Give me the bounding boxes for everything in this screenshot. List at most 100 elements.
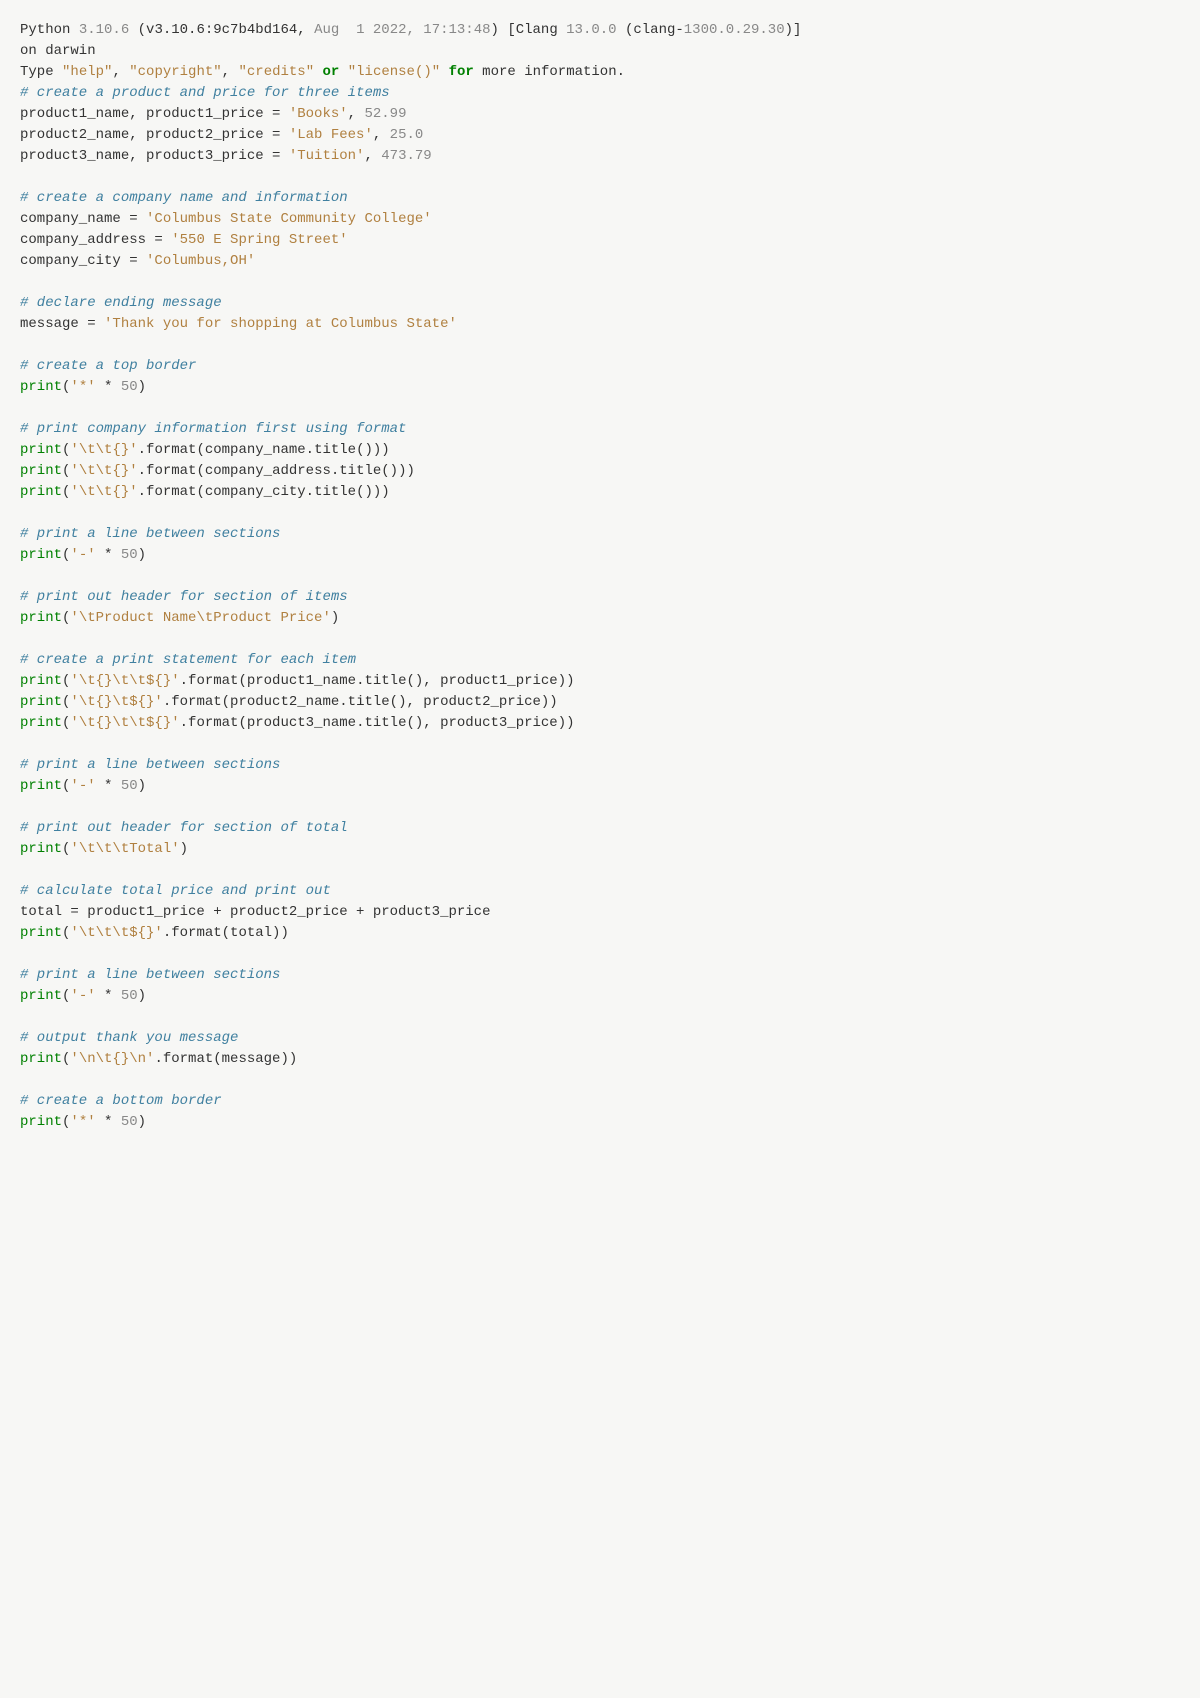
code-token: ) <box>138 778 146 794</box>
code-token: product1_name, product1_price = <box>20 106 289 122</box>
code-token: print <box>20 1051 62 1067</box>
code-token: ) <box>138 547 146 563</box>
code-token: .format(product2_name.title(), product2_… <box>163 694 558 710</box>
code-line: print('\n\t{}\n'.format(message)) <box>20 1049 1180 1070</box>
code-token: ) <box>331 610 339 626</box>
code-line <box>20 398 1180 419</box>
code-line: print('\tProduct Name\tProduct Price') <box>20 608 1180 629</box>
code-token: product3_name, product3_price = <box>20 148 289 164</box>
code-token: for <box>449 64 474 80</box>
code-line: company_address = '550 E Spring Street' <box>20 230 1180 251</box>
code-token: '\t\t{}' <box>70 463 137 479</box>
code-token: Type <box>20 64 62 80</box>
code-token: print <box>20 379 62 395</box>
code-token: .format(message)) <box>154 1051 297 1067</box>
code-token: "license()" <box>348 64 440 80</box>
code-token: print <box>20 778 62 794</box>
code-line <box>20 566 1180 587</box>
code-line <box>20 860 1180 881</box>
code-token: .format(company_address.title())) <box>138 463 415 479</box>
code-line <box>20 797 1180 818</box>
code-line: print('\t\t{}'.format(company_city.title… <box>20 482 1180 503</box>
code-token: print <box>20 484 62 500</box>
code-token: 25.0 <box>390 127 424 143</box>
code-token: "copyright" <box>129 64 221 80</box>
code-token: on darwin <box>20 43 96 59</box>
code-token: 'Columbus,OH' <box>146 253 255 269</box>
code-token: 'Books' <box>289 106 348 122</box>
code-line <box>20 335 1180 356</box>
code-token: )] <box>785 22 802 38</box>
code-token: 'Lab Fees' <box>289 127 373 143</box>
code-token: '\t{}\t\t${}' <box>70 673 179 689</box>
comment-token: # print out header for section of total <box>20 820 348 836</box>
code-line: # print out header for section of items <box>20 587 1180 608</box>
code-token <box>440 64 448 80</box>
code-line: print('-' * 50) <box>20 776 1180 797</box>
code-token: '\t\t\tTotal' <box>70 841 179 857</box>
comment-token: # output thank you message <box>20 1030 238 1046</box>
code-line: # print out header for section of total <box>20 818 1180 839</box>
code-token: * <box>96 988 121 1004</box>
code-line: print('\t\t\t${}'.format(total)) <box>20 923 1180 944</box>
code-line: print('-' * 50) <box>20 986 1180 1007</box>
comment-token: # create a top border <box>20 358 196 374</box>
code-token: company_address = <box>20 232 171 248</box>
code-line: # create a product and price for three i… <box>20 83 1180 104</box>
code-line: # create a top border <box>20 356 1180 377</box>
code-token: .format(company_name.title())) <box>138 442 390 458</box>
code-token: * <box>96 778 121 794</box>
code-token: 50 <box>121 379 138 395</box>
code-token: "credits" <box>238 64 314 80</box>
code-line: # create a bottom border <box>20 1091 1180 1112</box>
code-token: '-' <box>70 547 95 563</box>
comment-token: # create a print statement for each item <box>20 652 356 668</box>
code-token: 50 <box>121 778 138 794</box>
code-token: or <box>323 64 340 80</box>
code-line <box>20 503 1180 524</box>
code-line: # calculate total price and print out <box>20 881 1180 902</box>
code-line: company_name = 'Columbus State Community… <box>20 209 1180 230</box>
comment-token: # print a line between sections <box>20 967 280 983</box>
code-token: "help" <box>62 64 112 80</box>
code-token: 'Tuition' <box>289 148 365 164</box>
code-line <box>20 734 1180 755</box>
code-token: print <box>20 442 62 458</box>
code-token: '\t\t\t${}' <box>70 925 162 941</box>
code-token: 'Thank you for shopping at Columbus Stat… <box>104 316 457 332</box>
code-token: , <box>348 106 365 122</box>
code-line: print('\t\t{}'.format(company_address.ti… <box>20 461 1180 482</box>
code-token: ) <box>138 988 146 1004</box>
code-token: ) [Clang <box>491 22 567 38</box>
code-line: # print a line between sections <box>20 524 1180 545</box>
code-token: * <box>96 379 121 395</box>
code-token: print <box>20 841 62 857</box>
comment-token: # declare ending message <box>20 295 222 311</box>
code-token: 473.79 <box>381 148 431 164</box>
code-token: print <box>20 1114 62 1130</box>
code-token: (v3.10.6:9c7b4bd164, <box>129 22 314 38</box>
code-token: , <box>373 127 390 143</box>
code-line: # print company information first using … <box>20 419 1180 440</box>
code-token: 50 <box>121 988 138 1004</box>
code-token: .format(total)) <box>163 925 289 941</box>
code-token: print <box>20 715 62 731</box>
code-line: message = 'Thank you for shopping at Col… <box>20 314 1180 335</box>
code-token: ) <box>180 841 188 857</box>
python-code-block: Python 3.10.6 (v3.10.6:9c7b4bd164, Aug 1… <box>20 20 1180 1133</box>
code-token: 3.10.6 <box>79 22 129 38</box>
code-token: .format(product3_name.title(), product3_… <box>180 715 575 731</box>
code-token: 'Columbus State Community College' <box>146 211 432 227</box>
code-token: 50 <box>121 1114 138 1130</box>
code-line: print('-' * 50) <box>20 545 1180 566</box>
code-line: company_city = 'Columbus,OH' <box>20 251 1180 272</box>
code-line <box>20 1007 1180 1028</box>
code-line <box>20 167 1180 188</box>
comment-token: # print a line between sections <box>20 526 280 542</box>
code-token: 52.99 <box>364 106 406 122</box>
code-token: , <box>112 64 129 80</box>
code-line: total = product1_price + product2_price … <box>20 902 1180 923</box>
code-token: '\tProduct Name\tProduct Price' <box>70 610 330 626</box>
code-token: print <box>20 988 62 1004</box>
code-line: Python 3.10.6 (v3.10.6:9c7b4bd164, Aug 1… <box>20 20 1180 41</box>
